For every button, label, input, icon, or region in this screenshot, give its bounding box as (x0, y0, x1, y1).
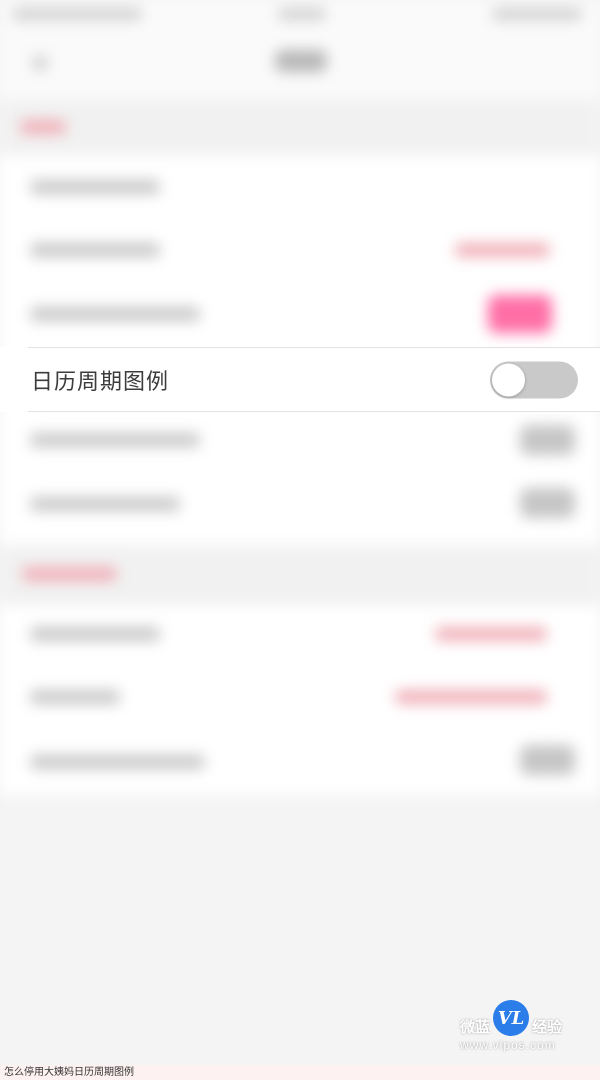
back-icon (32, 55, 48, 71)
row-divider-top (28, 347, 600, 348)
vl-logo-icon: VL (493, 1000, 529, 1036)
section-header-blurred (0, 100, 600, 155)
section-header2-blurred (0, 545, 600, 605)
watermark-left-text: 微蓝 (460, 1019, 491, 1036)
blurred-background (0, 0, 600, 1065)
calendar-cycle-legend-label: 日历周期图例 (31, 368, 170, 394)
watermark-right-text: 经验 (532, 1019, 563, 1036)
row-divider-bottom (28, 411, 600, 412)
battery-blurred (492, 8, 582, 20)
toggle-knob (492, 363, 525, 396)
watermark-url: www.vlpos.com (460, 1038, 556, 1052)
calendar-cycle-legend-row: 日历周期图例 (0, 347, 600, 412)
time-blurred (278, 8, 326, 20)
carrier-blurred (12, 8, 142, 20)
settings-group2-blurred (0, 605, 600, 795)
nav-title-blurred (275, 50, 327, 72)
watermark: 微蓝 VL 经验 www.vlpos.com (460, 1000, 570, 1056)
image-caption: 怎么停用大姨妈日历周期图例 (0, 1065, 600, 1080)
calendar-cycle-legend-toggle[interactable] (490, 361, 578, 398)
